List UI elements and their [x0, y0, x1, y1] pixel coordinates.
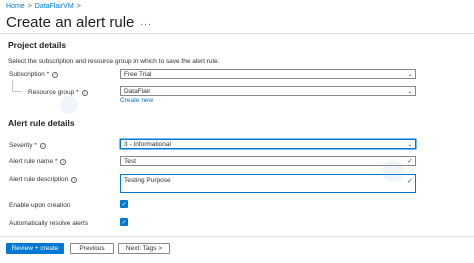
subscription-value: Free Trial [124, 70, 152, 78]
review-create-button[interactable]: Review + create [6, 243, 64, 254]
info-icon[interactable]: i [39, 142, 46, 149]
tree-connector [12, 80, 22, 92]
create-new-link[interactable]: Create new [120, 97, 153, 104]
auto-resolve-checkbox[interactable]: ✓ [120, 218, 128, 226]
resource-group-label: Resource group * i [28, 89, 88, 96]
auto-resolve-label: Automatically resolve alerts [9, 220, 89, 227]
more-options-icon[interactable]: ... [140, 17, 151, 28]
footer-divider [0, 236, 474, 237]
checkmark-icon: ✓ [407, 178, 413, 185]
breadcrumb-separator: > [76, 3, 81, 10]
alert-rule-name-label: Alert rule name * i [9, 158, 67, 165]
breadcrumb: Home > DataFlairVM > [6, 3, 81, 10]
alert-rule-name-value: Test [124, 157, 136, 165]
project-details-heading: Project details [8, 40, 67, 50]
checkmark-icon: ✓ [407, 158, 413, 165]
alert-rule-description-label: Alert rule description i [9, 176, 78, 183]
project-description: Select the subscription and resource gro… [8, 58, 220, 65]
info-icon[interactable]: i [52, 71, 59, 78]
alert-rule-description-label-text: Alert rule description [9, 176, 69, 183]
enable-upon-creation-label: Enable upon creation [9, 202, 71, 209]
alert-rule-details-heading: Alert rule details [8, 118, 75, 128]
subscription-select[interactable]: Free Trial ⌄ [120, 69, 416, 79]
severity-value: 3 - Informational [124, 140, 171, 148]
breadcrumb-separator: > [27, 3, 32, 10]
page-title-row: Create an alert rule ... [6, 14, 152, 31]
subscription-label: Subscription * i [9, 71, 59, 78]
watermark-logo [382, 160, 404, 182]
chevron-down-icon: ⌄ [407, 88, 413, 95]
breadcrumb-vm[interactable]: DataFlairVM [35, 3, 74, 10]
breadcrumb-home[interactable]: Home [6, 3, 25, 10]
alert-rule-name-input[interactable]: Test ✓ [120, 156, 416, 166]
previous-button[interactable]: Previous [70, 243, 114, 254]
resource-group-label-text: Resource group * [28, 89, 79, 96]
alert-rule-name-label-text: Alert rule name * [9, 158, 58, 165]
severity-label-text: Severity * [9, 142, 37, 149]
chevron-down-icon: ⌄ [407, 71, 413, 78]
info-icon[interactable]: i [81, 89, 88, 96]
severity-label: Severity * i [9, 142, 46, 149]
info-icon[interactable]: i [60, 158, 67, 165]
watermark-logo [60, 96, 78, 114]
chevron-down-icon: ⌄ [407, 141, 413, 148]
enable-upon-creation-checkbox[interactable]: ✓ [120, 200, 128, 208]
resource-group-select[interactable]: DataFlair ⌄ [120, 86, 416, 96]
info-icon[interactable]: i [71, 176, 78, 183]
page-title: Create an alert rule [6, 14, 135, 31]
resource-group-value: DataFlair [124, 87, 151, 95]
divider [0, 33, 474, 34]
subscription-label-text: Subscription * [9, 71, 50, 78]
alert-rule-description-input[interactable]: Testing Purpose ✓ [120, 174, 416, 193]
alert-rule-description-value: Testing Purpose [124, 177, 171, 184]
severity-select[interactable]: 3 - Informational ⌄ [120, 139, 416, 149]
next-tags-button[interactable]: Next: Tags > [118, 243, 170, 254]
